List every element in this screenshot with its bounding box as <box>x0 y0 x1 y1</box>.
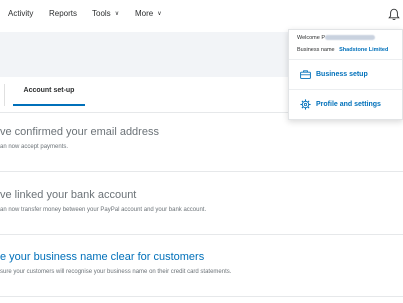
account-dropdown: Welcome P Business name Shadstone Limite… <box>288 29 403 120</box>
profile-settings-label: Profile and settings <box>316 101 381 108</box>
briefcase-icon <box>300 70 311 79</box>
tab-active-indicator <box>13 104 85 106</box>
welcome-line: Welcome P <box>297 35 376 41</box>
gear-icon <box>300 99 311 110</box>
divider <box>0 296 403 297</box>
checklist-item-title: ve confirmed your email address <box>0 126 159 138</box>
chevron-down-icon: ∨ <box>114 11 120 17</box>
divider <box>0 171 403 172</box>
checklist-item-title-link[interactable]: e your business name clear for customers <box>0 251 204 263</box>
dropdown-divider <box>289 89 402 90</box>
checklist-item-desc: an now accept payments. <box>0 144 69 150</box>
tab-divider <box>4 84 5 106</box>
business-setup-link[interactable]: Business setup <box>300 70 368 79</box>
redacted-name <box>325 35 376 40</box>
chevron-down-icon: ∨ <box>157 11 162 17</box>
checklist-item-desc: sure your customers will recognise your … <box>0 269 232 275</box>
profile-settings-link[interactable]: Profile and settings <box>300 99 381 110</box>
divider <box>0 234 403 235</box>
business-setup-label: Business setup <box>316 71 368 78</box>
nav-reports[interactable]: Reports <box>49 9 77 18</box>
nav-more-label: More <box>135 9 154 18</box>
nav-tools-label: Tools <box>92 9 111 18</box>
nav-more[interactable]: More ∨ <box>135 9 162 18</box>
nav-tools[interactable]: Tools ∨ <box>92 9 119 18</box>
bell-icon[interactable] <box>388 8 400 21</box>
checklist-item-title: ve linked your bank account <box>0 189 137 201</box>
welcome-label: Welcome <box>297 35 320 41</box>
business-name-value: Shadstone Limited <box>339 47 389 53</box>
top-nav: Activity Reports Tools ∨ More ∨ <box>0 0 403 30</box>
checklist-item-desc: an now transfer money between your PayPa… <box>0 207 207 213</box>
dropdown-divider <box>289 59 402 60</box>
nav-activity[interactable]: Activity <box>8 9 33 18</box>
tab-account-setup[interactable]: Account set-up <box>13 84 85 106</box>
business-name-label: Business name <box>297 47 335 53</box>
business-name-line: Business name Shadstone Limited <box>297 47 388 53</box>
